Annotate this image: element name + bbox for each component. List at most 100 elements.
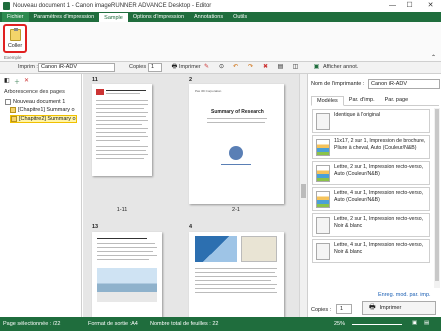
status-total-sheets: Nombre total de feuilles : 22 xyxy=(150,321,219,327)
minimize-button[interactable]: — xyxy=(386,0,399,12)
scrollbar-thumb[interactable] xyxy=(301,184,306,198)
add-chapter-icon[interactable]: ＋ xyxy=(14,77,20,86)
setting-item[interactable]: Identique à l'original xyxy=(312,109,430,133)
setting-label: Lettre, 2 sur 1, Impression recto-verso,… xyxy=(334,216,424,229)
setting-item[interactable]: Lettre, 2 sur 1, Impression recto-verso,… xyxy=(312,213,430,237)
scrollbar-thumb[interactable] xyxy=(435,109,439,281)
tab-annotations[interactable]: Annotations xyxy=(189,12,228,22)
setting-item[interactable]: Lettre, 2 sur 1, Impression recto-verso,… xyxy=(312,161,430,185)
app-icon xyxy=(3,2,10,10)
tree-item-chapter2[interactable]: [Chapitre2] Summary o xyxy=(10,115,77,123)
tab-templates[interactable]: Modèles xyxy=(311,96,344,106)
setting-label: Identique à l'original xyxy=(334,112,380,118)
duplex-color-icon xyxy=(316,165,330,182)
page-caption: 1-11 xyxy=(116,207,128,213)
page-number: 4 xyxy=(189,224,193,230)
setting-item[interactable]: 11x17, 2 sur 1, Impression de brochure, … xyxy=(312,135,430,159)
zoom-slider[interactable] xyxy=(352,324,402,325)
ribbon-tabs: Fichier Paramètres d'impression Sample O… xyxy=(0,12,441,22)
page-view: 11 1-11 2 Pax 3D Corporation Summary of … xyxy=(83,74,299,317)
thumb-seal-icon xyxy=(229,146,243,160)
tree-item-document[interactable]: Nouveau document 1 xyxy=(5,99,65,105)
annotation-icon: ▣ xyxy=(313,64,320,70)
printer-select[interactable]: Canon iR-ADV xyxy=(38,63,115,72)
setting-item[interactable]: Lettre, 4 sur 1, Impression recto-verso,… xyxy=(312,187,430,211)
fit-width-icon[interactable]: ▤ xyxy=(424,320,429,326)
page-tree-toolbar: ◧ ＋ ✕ xyxy=(2,76,78,86)
lock-icon[interactable]: ⊙ xyxy=(218,64,225,71)
maximize-button[interactable]: ☐ xyxy=(403,0,416,12)
view-icon[interactable]: ◫ xyxy=(292,64,299,71)
copies-label: Copies : xyxy=(129,64,150,70)
page-thumbnail[interactable] xyxy=(189,232,284,317)
show-annotations-button[interactable]: Afficher annot. xyxy=(323,64,358,70)
thumb-company: Pax 3D Corporation xyxy=(195,89,222,93)
redo-icon[interactable]: ↷ xyxy=(247,64,254,71)
page-logo xyxy=(96,89,104,95)
printer-icon: 🖶 xyxy=(171,64,178,70)
paste-button[interactable]: Coller xyxy=(3,24,27,53)
tab-sample[interactable]: Sample xyxy=(99,12,128,22)
copies-input[interactable]: 1 xyxy=(148,63,162,72)
page-caption: 2-1 xyxy=(232,207,240,213)
page-number: 11 xyxy=(92,77,98,83)
pin-icon[interactable]: ✎ xyxy=(203,64,210,71)
page-thumbnail[interactable] xyxy=(92,84,152,176)
page-number: 2 xyxy=(189,77,193,83)
remove-icon[interactable]: ✕ xyxy=(24,77,29,84)
chapter-icon xyxy=(10,107,16,113)
tree-item-label: [Chapitre2] Summary o xyxy=(19,116,76,122)
page-number: 13 xyxy=(92,224,99,230)
page-icon[interactable]: ▤ xyxy=(277,64,284,71)
tree-item-chapter1[interactable]: [Chapitre1] Summary o xyxy=(10,107,75,113)
thumb-photo xyxy=(195,236,237,262)
tab-print-settings[interactable]: Paramètres d'impression xyxy=(29,12,100,22)
chapter-icon xyxy=(11,116,17,122)
page-thumbnail[interactable] xyxy=(92,232,162,317)
tab-print-params[interactable]: Par. d'imp. xyxy=(344,96,380,106)
document-icon xyxy=(316,113,330,130)
print-button[interactable]: Imprimer xyxy=(179,64,201,70)
setting-item[interactable]: Lettre, 4 sur 1, Impression recto-verso,… xyxy=(312,239,430,263)
expand-icon[interactable]: ◧ xyxy=(4,77,10,84)
print-label: Imprimer xyxy=(379,305,402,311)
settings-scrollbar[interactable] xyxy=(434,108,440,288)
status-bar: Page sélectionnée : /22 Format de sortie… xyxy=(0,317,441,331)
print-button[interactable]: 🖶 Imprimer xyxy=(362,301,436,315)
zoom-value: 25% xyxy=(334,321,346,327)
printer-name-label: Nom de l'imprimante : xyxy=(311,81,365,87)
printer-name-select[interactable]: Canon iR-ADV xyxy=(368,79,440,89)
duplex-bw-icon xyxy=(316,243,330,260)
document-icon xyxy=(5,99,11,105)
page-tree-title: Arborescence des pages xyxy=(4,89,65,95)
close-button[interactable]: ✕ xyxy=(424,0,437,12)
page-tree-panel: ◧ ＋ ✕ Arborescence des pages Nouveau doc… xyxy=(0,74,82,317)
title-bar: Nouveau document 1 - Canon imageRUNNER A… xyxy=(0,0,441,12)
save-settings-link[interactable]: Enreg. mod. par. imp. xyxy=(378,292,431,298)
ribbon: Coller Exemple ⌃ xyxy=(0,22,441,62)
tab-fichier[interactable]: Fichier xyxy=(2,12,29,22)
copies-input[interactable]: 1 xyxy=(336,304,352,314)
ribbon-group-label: Exemple xyxy=(4,55,22,60)
duplex-bw-icon xyxy=(316,217,330,234)
paste-label: Coller xyxy=(7,42,23,49)
tree-item-label: Nouveau document 1 xyxy=(13,99,66,105)
tree-item-label: [Chapitre1] Summary o xyxy=(18,107,75,113)
printer-label: Imprim : xyxy=(18,64,38,70)
page-view-scrollbar[interactable] xyxy=(299,74,307,317)
undo-icon[interactable]: ↶ xyxy=(232,64,239,71)
delete-icon[interactable]: ✖ xyxy=(262,64,269,71)
ribbon-collapse-icon[interactable]: ⌃ xyxy=(431,54,436,61)
fit-page-icon[interactable]: ▣ xyxy=(412,320,417,326)
tab-page-params[interactable]: Par. page xyxy=(380,96,414,106)
thumb-title: Summary of Research xyxy=(211,109,264,115)
tab-tools[interactable]: Outils xyxy=(228,12,252,22)
status-output-format: Format de sortie :A4 xyxy=(88,321,138,327)
tab-print-options[interactable]: Options d'impression xyxy=(128,12,189,22)
settings-tabs: Modèles Par. d'imp. Par. page xyxy=(311,96,439,106)
page-thumbnail[interactable]: Pax 3D Corporation Summary of Research xyxy=(189,84,284,204)
setting-label: Lettre, 4 sur 1, Impression recto-verso,… xyxy=(334,190,424,203)
setting-label: Lettre, 2 sur 1, Impression recto-verso,… xyxy=(334,164,424,177)
thumb-photo xyxy=(97,268,157,302)
toolbar: Imprim : Canon iR-ADV Copies : 1 🖶 Impri… xyxy=(0,62,441,74)
